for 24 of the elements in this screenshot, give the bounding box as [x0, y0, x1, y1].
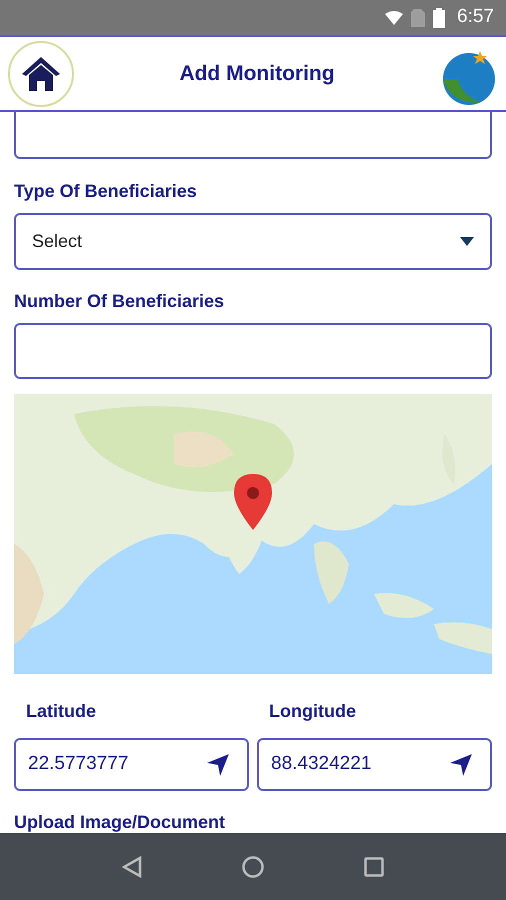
page-title: Add Monitoring — [178, 60, 336, 87]
field-label: Longitude — [268, 700, 357, 723]
home-icon — [22, 56, 60, 90]
coordinate-field[interactable]: 88.4324221 — [257, 738, 492, 791]
text-field[interactable] — [14, 112, 492, 159]
location-arrow-icon[interactable] — [448, 752, 474, 778]
recents-icon[interactable] — [364, 856, 384, 876]
upload-label: Upload Image/Document — [14, 811, 226, 833]
battery-icon — [433, 8, 446, 28]
field-label: Type Of Beneficiaries — [14, 180, 198, 203]
no-sim-icon — [411, 8, 426, 26]
status-time: 6:57 — [457, 5, 494, 30]
input-field[interactable] — [14, 323, 492, 379]
back-icon[interactable] — [122, 856, 142, 878]
location-arrow-icon[interactable] — [205, 752, 231, 778]
field-label: Latitude — [25, 700, 97, 723]
home-button[interactable] — [8, 40, 74, 106]
home-circle-icon[interactable] — [242, 856, 264, 878]
field-label: Number Of Beneficiaries — [14, 290, 226, 313]
select-field[interactable]: Select — [14, 213, 492, 270]
wifi-icon — [385, 10, 404, 24]
map-pin-icon — [234, 474, 272, 530]
coordinate-field[interactable]: 22.5773777 — [14, 738, 249, 791]
caret-icon — [460, 237, 474, 246]
